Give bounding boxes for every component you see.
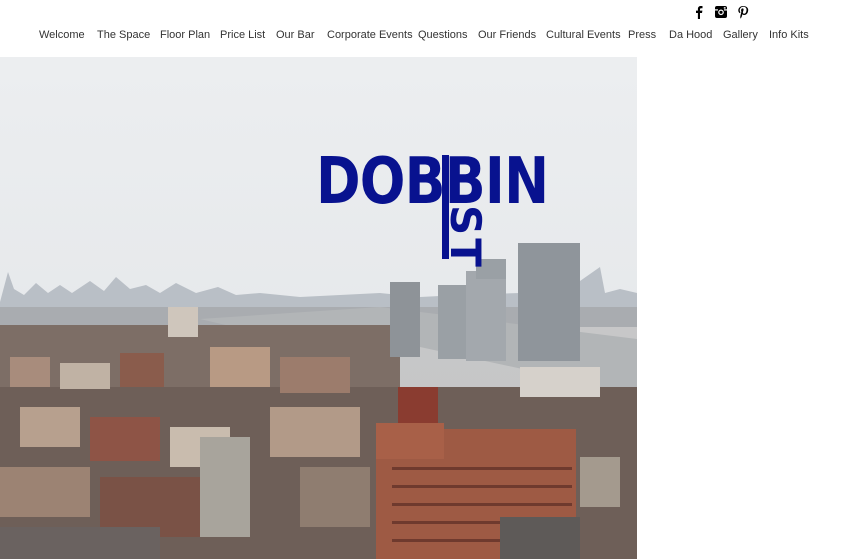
nav-item-the-space[interactable]: The Space xyxy=(97,27,150,43)
nav-item-price-list[interactable]: Price List xyxy=(220,27,265,43)
logo-wordmark: DOBBIN xyxy=(316,145,549,219)
nav-item-our-friends[interactable]: Our Friends xyxy=(478,27,536,43)
main-nav: Welcome The Space Floor Plan Price List … xyxy=(0,27,845,43)
nav-item-questions[interactable]: Questions xyxy=(418,27,468,43)
instagram-icon[interactable] xyxy=(714,5,728,19)
nav-item-welcome[interactable]: Welcome xyxy=(39,27,85,43)
facebook-icon[interactable] xyxy=(692,5,706,19)
pinterest-icon[interactable] xyxy=(736,5,750,19)
nav-item-cultural-events[interactable]: Cultural Events xyxy=(546,27,621,43)
logo-suffix: ST xyxy=(441,205,490,270)
nav-item-corporate-events[interactable]: Corporate Events xyxy=(327,27,413,43)
nav-item-gallery[interactable]: Gallery xyxy=(723,27,758,43)
social-links xyxy=(692,5,750,19)
nav-item-da-hood[interactable]: Da Hood xyxy=(669,27,712,43)
nav-item-press[interactable]: Press xyxy=(628,27,656,43)
right-whitespace xyxy=(637,57,845,559)
nav-item-our-bar[interactable]: Our Bar xyxy=(276,27,315,43)
site-header: Welcome The Space Floor Plan Price List … xyxy=(0,0,845,57)
hero-image: DOBBIN ST xyxy=(0,57,637,559)
cityscape-photo xyxy=(0,57,637,559)
nav-item-floor-plan[interactable]: Floor Plan xyxy=(160,27,210,43)
nav-item-info-kits[interactable]: Info Kits xyxy=(769,27,809,43)
